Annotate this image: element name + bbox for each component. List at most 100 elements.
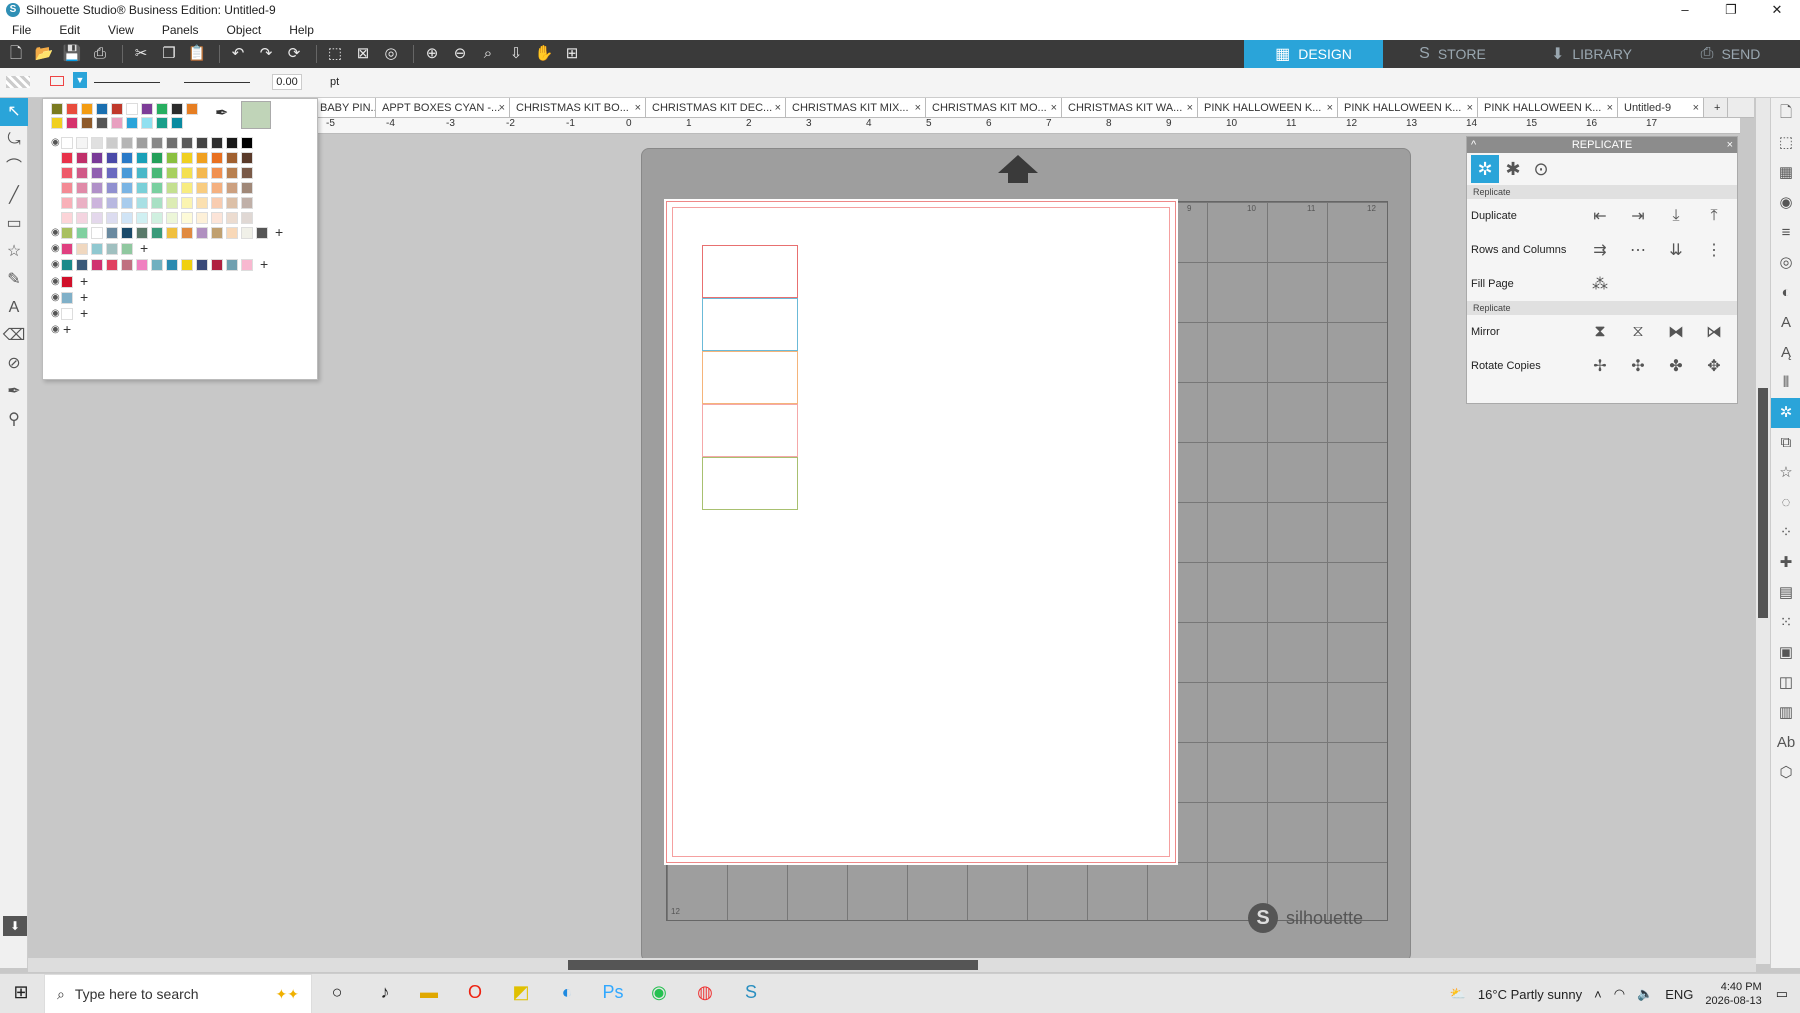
close-tab-icon[interactable]: ×	[775, 98, 781, 117]
sketch-icon[interactable]: ◐	[1771, 278, 1800, 308]
fit-to-page-icon[interactable]: ⊞	[560, 43, 584, 65]
color-swatch[interactable]	[106, 182, 118, 194]
color-swatch[interactable]	[211, 259, 223, 271]
horizontal-scrollbar[interactable]	[28, 958, 1756, 972]
color-swatch[interactable]	[66, 117, 78, 129]
tray-chevron-icon[interactable]: ˄	[1594, 987, 1602, 1002]
color-swatch[interactable]	[226, 152, 238, 164]
design-tab[interactable]: ▦ DESIGN	[1244, 40, 1383, 68]
opera-app-icon[interactable]: O	[460, 982, 490, 1003]
edge-app-icon[interactable]: ◐	[552, 982, 582, 1003]
color-swatch[interactable]	[241, 259, 253, 271]
zoom-in-icon[interactable]: ⊕	[420, 43, 444, 65]
warp-icon[interactable]: ⬡	[1771, 758, 1800, 788]
pan-hand-icon[interactable]: ✋	[532, 43, 556, 65]
color-swatch[interactable]	[76, 227, 88, 239]
transform-icon[interactable]: ⧉	[1771, 428, 1800, 458]
color-swatch[interactable]	[121, 182, 133, 194]
color-swatch[interactable]	[106, 197, 118, 209]
vertical-scroll-thumb[interactable]	[1758, 388, 1768, 618]
color-swatch[interactable]	[136, 182, 148, 194]
rotate-four-icon[interactable]: ✢	[1581, 356, 1619, 376]
cut-icon[interactable]: ✂	[129, 43, 153, 65]
color-swatch[interactable]	[141, 117, 153, 129]
color-swatch[interactable]	[51, 117, 63, 129]
color-swatch[interactable]	[151, 197, 163, 209]
visibility-eye-icon[interactable]: ◉	[51, 227, 60, 238]
color-swatch[interactable]	[76, 167, 88, 179]
rectangle-shape[interactable]	[702, 245, 798, 298]
visibility-eye-icon[interactable]: ◉	[51, 259, 60, 270]
color-swatch[interactable]	[91, 137, 103, 149]
color-swatch[interactable]	[76, 152, 88, 164]
color-swatch[interactable]	[211, 152, 223, 164]
download-icon[interactable]: ⬇	[3, 916, 27, 936]
open-folder-icon[interactable]: 📂	[32, 43, 56, 65]
mirror-left-icon[interactable]: ⧓	[1657, 322, 1695, 342]
color-swatch[interactable]	[61, 292, 73, 304]
color-swatch[interactable]	[166, 152, 178, 164]
print-icon[interactable]: ⎙	[88, 43, 112, 65]
whatsapp-app-icon[interactable]: ◉	[644, 982, 674, 1003]
doc-tab[interactable]: CHRISTMAS KIT DEC... ×	[646, 98, 786, 117]
doc-tab[interactable]: CHRISTMAS KIT WA... ×	[1062, 98, 1198, 117]
row-of-two-icon[interactable]: ⇉	[1581, 240, 1619, 260]
line-style-icon[interactable]: ◎	[1771, 248, 1800, 278]
wifi-icon[interactable]: ◠	[1614, 986, 1625, 1002]
color-swatch[interactable]	[196, 197, 208, 209]
color-swatch[interactable]	[106, 167, 118, 179]
color-swatch[interactable]	[166, 182, 178, 194]
sticky-app-icon[interactable]: ◩	[506, 982, 536, 1003]
fill-pattern-icon[interactable]: ◉	[1771, 188, 1800, 218]
color-swatch[interactable]	[226, 259, 238, 271]
vertical-scrollbar[interactable]	[1756, 98, 1770, 964]
minimize-button[interactable]: –	[1662, 0, 1708, 20]
drag-view-icon[interactable]: ⇩	[504, 43, 528, 65]
color-swatch[interactable]	[196, 137, 208, 149]
mirror-right-icon[interactable]: ⧒	[1695, 322, 1733, 342]
duplicate-left-icon[interactable]: ⇤	[1581, 206, 1619, 226]
clock[interactable]: 4:40 PM 2026-08-13	[1705, 980, 1761, 1008]
color-swatch[interactable]	[166, 137, 178, 149]
advanced-replicate-icon[interactable]: ✱	[1499, 155, 1527, 183]
doc-tab[interactable]: CHRISTMAS KIT MIX... ×	[786, 98, 926, 117]
taskbar-search-box[interactable]: ⌕ Type here to search ✦✦	[44, 974, 312, 1013]
color-swatch[interactable]	[61, 212, 73, 224]
color-swatch[interactable]	[241, 227, 253, 239]
color-swatch[interactable]	[151, 152, 163, 164]
color-swatch[interactable]	[196, 152, 208, 164]
eyedropper-tool-icon[interactable]: ⚲	[0, 406, 28, 434]
rectangle-shape[interactable]	[702, 404, 798, 457]
spelling-icon[interactable]: Ab	[1771, 728, 1800, 758]
eraser-tool-icon[interactable]: ⌫	[0, 322, 28, 350]
color-swatch[interactable]	[226, 137, 238, 149]
color-swatch[interactable]	[106, 259, 118, 271]
rectangle-tool-icon[interactable]: ▭	[0, 210, 28, 238]
color-swatch[interactable]	[76, 259, 88, 271]
color-swatch[interactable]	[91, 197, 103, 209]
color-swatch[interactable]	[76, 212, 88, 224]
fill-color-icon[interactable]: ⬚	[1771, 128, 1800, 158]
color-swatch[interactable]	[211, 137, 223, 149]
menu-edit[interactable]: Edit	[59, 23, 80, 37]
add-color-icon[interactable]: +	[260, 256, 268, 272]
color-swatch[interactable]	[151, 167, 163, 179]
color-swatch[interactable]	[166, 227, 178, 239]
menu-object[interactable]: Object	[227, 23, 262, 37]
select-by-color-icon[interactable]: ◎	[379, 43, 403, 65]
column-of-two-icon[interactable]: ⇊	[1657, 240, 1695, 260]
color-swatch[interactable]	[211, 167, 223, 179]
visibility-eye-icon[interactable]: ◉	[51, 324, 60, 335]
color-swatch[interactable]	[136, 212, 148, 224]
rotate-six-icon[interactable]: ✣	[1619, 356, 1657, 376]
rectangle-shape[interactable]	[702, 457, 798, 510]
color-swatch[interactable]	[61, 167, 73, 179]
doc-tab-active[interactable]: Untitled-9 ×	[1618, 98, 1704, 117]
color-swatch[interactable]	[61, 259, 73, 271]
doc-tab[interactable]: PINK HALLOWEEN K... ×	[1198, 98, 1338, 117]
color-swatch[interactable]	[61, 197, 73, 209]
menu-panels[interactable]: Panels	[162, 23, 199, 37]
replicate-icon[interactable]: ✲	[1771, 398, 1800, 428]
modify-icon[interactable]: ☆	[1771, 458, 1800, 488]
color-swatch[interactable]	[121, 227, 133, 239]
